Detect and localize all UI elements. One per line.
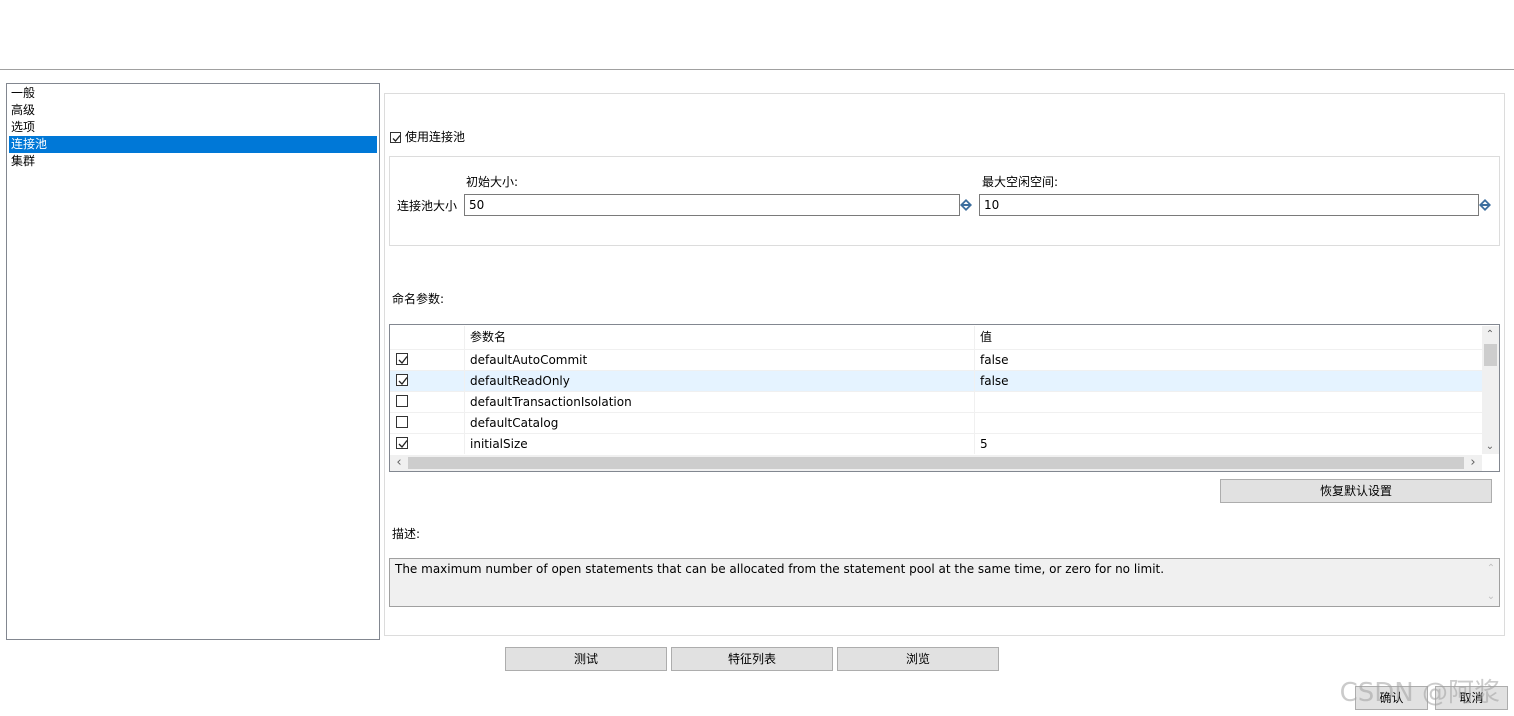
watermark: CSDN @阿浆 [1339, 678, 1500, 708]
checkmark-icon [398, 440, 408, 448]
initial-size-label: 初始大小: [466, 175, 519, 189]
column-divider [974, 326, 975, 454]
max-idle-label: 最大空闲空间: [982, 175, 1059, 189]
scroll-down-icon: ⌄ [1486, 591, 1496, 602]
restore-defaults-button[interactable]: 恢复默认设置 [1220, 479, 1492, 503]
checkmark-icon [392, 135, 401, 142]
row-checkbox[interactable] [396, 437, 408, 449]
param-name-cell[interactable]: defaultTransactionIsolation [470, 392, 632, 412]
row-checkbox[interactable] [396, 416, 408, 428]
scroll-down-icon[interactable]: ⌄ [1483, 440, 1497, 454]
spinner-icon[interactable] [960, 199, 972, 211]
max-idle-input[interactable] [979, 194, 1479, 216]
row-checkbox[interactable] [396, 395, 408, 407]
scroll-up-icon: ⌃ [1486, 563, 1496, 574]
nav-item-advanced[interactable]: 高级 [9, 102, 377, 119]
initial-size-input[interactable] [464, 194, 960, 216]
category-list[interactable]: 一般 高级 选项 连接池 集群 [6, 83, 380, 640]
row-checkbox[interactable] [396, 374, 408, 386]
scroll-up-icon[interactable]: ⌃ [1483, 328, 1497, 342]
scroll-left-icon[interactable]: ‹ [392, 456, 406, 470]
named-params-label: 命名参数: [392, 292, 445, 306]
pool-size-label: 连接池大小 [397, 199, 458, 213]
horizontal-scroll-thumb[interactable] [408, 457, 1464, 469]
spinner-icon[interactable] [1479, 199, 1491, 211]
param-name-cell[interactable]: defaultAutoCommit [470, 350, 587, 370]
vertical-scroll-thumb[interactable] [1484, 344, 1497, 366]
row-checkbox[interactable] [396, 353, 408, 365]
param-value-cell[interactable]: false [980, 350, 1009, 370]
test-button[interactable]: 测试 [505, 647, 667, 671]
use-pool-checkbox[interactable] [390, 132, 401, 143]
column-divider [464, 326, 465, 454]
header-divider [0, 69, 1514, 70]
scroll-right-icon[interactable]: › [1466, 456, 1480, 470]
param-value-cell[interactable]: false [980, 371, 1009, 391]
param-name-cell[interactable]: initialSize [470, 434, 528, 454]
checkmark-icon [398, 356, 408, 364]
use-pool-label: 使用连接池 [405, 130, 466, 144]
nav-item-options[interactable]: 选项 [9, 119, 377, 136]
nav-item-cluster[interactable]: 集群 [9, 153, 377, 170]
browse-button[interactable]: 浏览 [837, 647, 999, 671]
checkmark-icon [398, 377, 408, 385]
nav-item-connection-pool[interactable]: 连接池 [9, 136, 377, 153]
feature-list-button[interactable]: 特征列表 [671, 647, 833, 671]
param-value-cell[interactable]: 5 [980, 434, 988, 454]
description-label: 描述: [392, 527, 421, 541]
param-name-cell[interactable]: defaultReadOnly [470, 371, 570, 391]
description-text: The maximum number of open statements th… [395, 562, 1165, 576]
row-divider [390, 433, 1482, 434]
param-name-cell[interactable]: defaultCatalog [470, 413, 558, 433]
column-header-value[interactable]: 值 [980, 327, 992, 347]
column-header-name[interactable]: 参数名 [470, 327, 506, 347]
nav-item-general[interactable]: 一般 [9, 85, 377, 102]
